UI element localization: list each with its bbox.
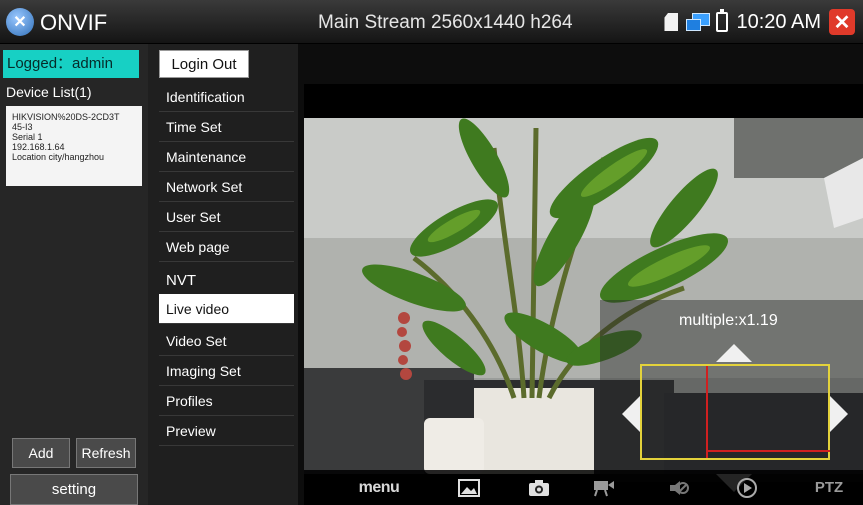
- setting-button[interactable]: setting: [10, 474, 138, 505]
- camera-icon[interactable]: [524, 470, 554, 505]
- menu-item-profiles[interactable]: Profiles: [159, 386, 294, 416]
- menu-item-user-set[interactable]: User Set: [159, 202, 294, 232]
- login-out-button[interactable]: Login Out: [159, 50, 249, 78]
- nvt-menu: Login Out Identification Time Set Mainte…: [148, 44, 298, 505]
- left-panel: Logged：admin Device List(1) HIKVISION%20…: [0, 44, 148, 505]
- device-ip: 192.168.1.64: [12, 142, 65, 152]
- logged-status: Logged：admin: [3, 50, 139, 78]
- toolbar-menu-button[interactable]: menu: [354, 470, 404, 505]
- ptz-right-arrow-icon: [830, 396, 848, 432]
- video-record-icon[interactable]: [589, 470, 619, 505]
- onvif-logo-icon: ✕: [6, 8, 34, 36]
- sd-card-icon: [664, 13, 679, 31]
- menu-item-network-set[interactable]: Network Set: [159, 172, 294, 202]
- live-video-view[interactable]: multiple:x1.19: [304, 84, 863, 505]
- ptz-left-arrow-icon: [622, 396, 640, 432]
- menu-item-live-video[interactable]: Live video: [159, 294, 294, 324]
- clock: 10:20 AM: [736, 10, 821, 33]
- ptz-button[interactable]: PTZ: [809, 470, 849, 505]
- close-button[interactable]: ✕: [829, 9, 855, 35]
- crosshair-horizontal: [706, 450, 830, 452]
- image-icon[interactable]: [454, 470, 484, 505]
- crosshair-vertical: [706, 366, 708, 458]
- device-list-item[interactable]: HIKVISION%20DS-2CD3T 45-I3 Serial 1 192.…: [6, 106, 142, 186]
- menu-item-preview[interactable]: Preview: [159, 416, 294, 446]
- device-name: HIKVISION%20DS-2CD3T: [12, 112, 120, 122]
- menu-item-web-page[interactable]: Web page: [159, 232, 294, 262]
- device-list-title: Device List(1): [6, 84, 92, 100]
- menu-section-nvt: NVT: [159, 266, 294, 296]
- menu-item-video-set[interactable]: Video Set: [159, 326, 294, 356]
- title-bar: ✕ ONVIF Main Stream 2560x1440 h264 10:20…: [0, 0, 863, 44]
- device-name-cont: 45-I3: [12, 122, 33, 132]
- menu-item-imaging-set[interactable]: Imaging Set: [159, 356, 294, 386]
- menu-item-maintenance[interactable]: Maintenance: [159, 142, 294, 172]
- app-title: ONVIF: [40, 10, 108, 35]
- zoom-region-box[interactable]: [640, 364, 830, 460]
- device-location: Location city/hangzhou: [12, 152, 105, 162]
- device-serial: Serial 1: [12, 132, 43, 142]
- mute-icon[interactable]: [664, 470, 694, 505]
- video-toolbar: menu PTZ: [304, 470, 863, 505]
- network-icon: [686, 13, 711, 31]
- menu-item-time-set[interactable]: Time Set: [159, 112, 294, 142]
- status-area: 10:20 AM ✕: [664, 8, 855, 36]
- stream-title: Main Stream 2560x1440 h264: [318, 12, 573, 33]
- battery-icon: [716, 9, 729, 32]
- ptz-up-arrow-icon: [716, 344, 752, 362]
- zoom-multiple-label: multiple:x1.19: [679, 312, 778, 329]
- play-icon[interactable]: [732, 470, 762, 505]
- add-button[interactable]: Add: [12, 438, 70, 468]
- refresh-button[interactable]: Refresh: [76, 438, 136, 468]
- menu-item-identification[interactable]: Identification: [159, 82, 294, 112]
